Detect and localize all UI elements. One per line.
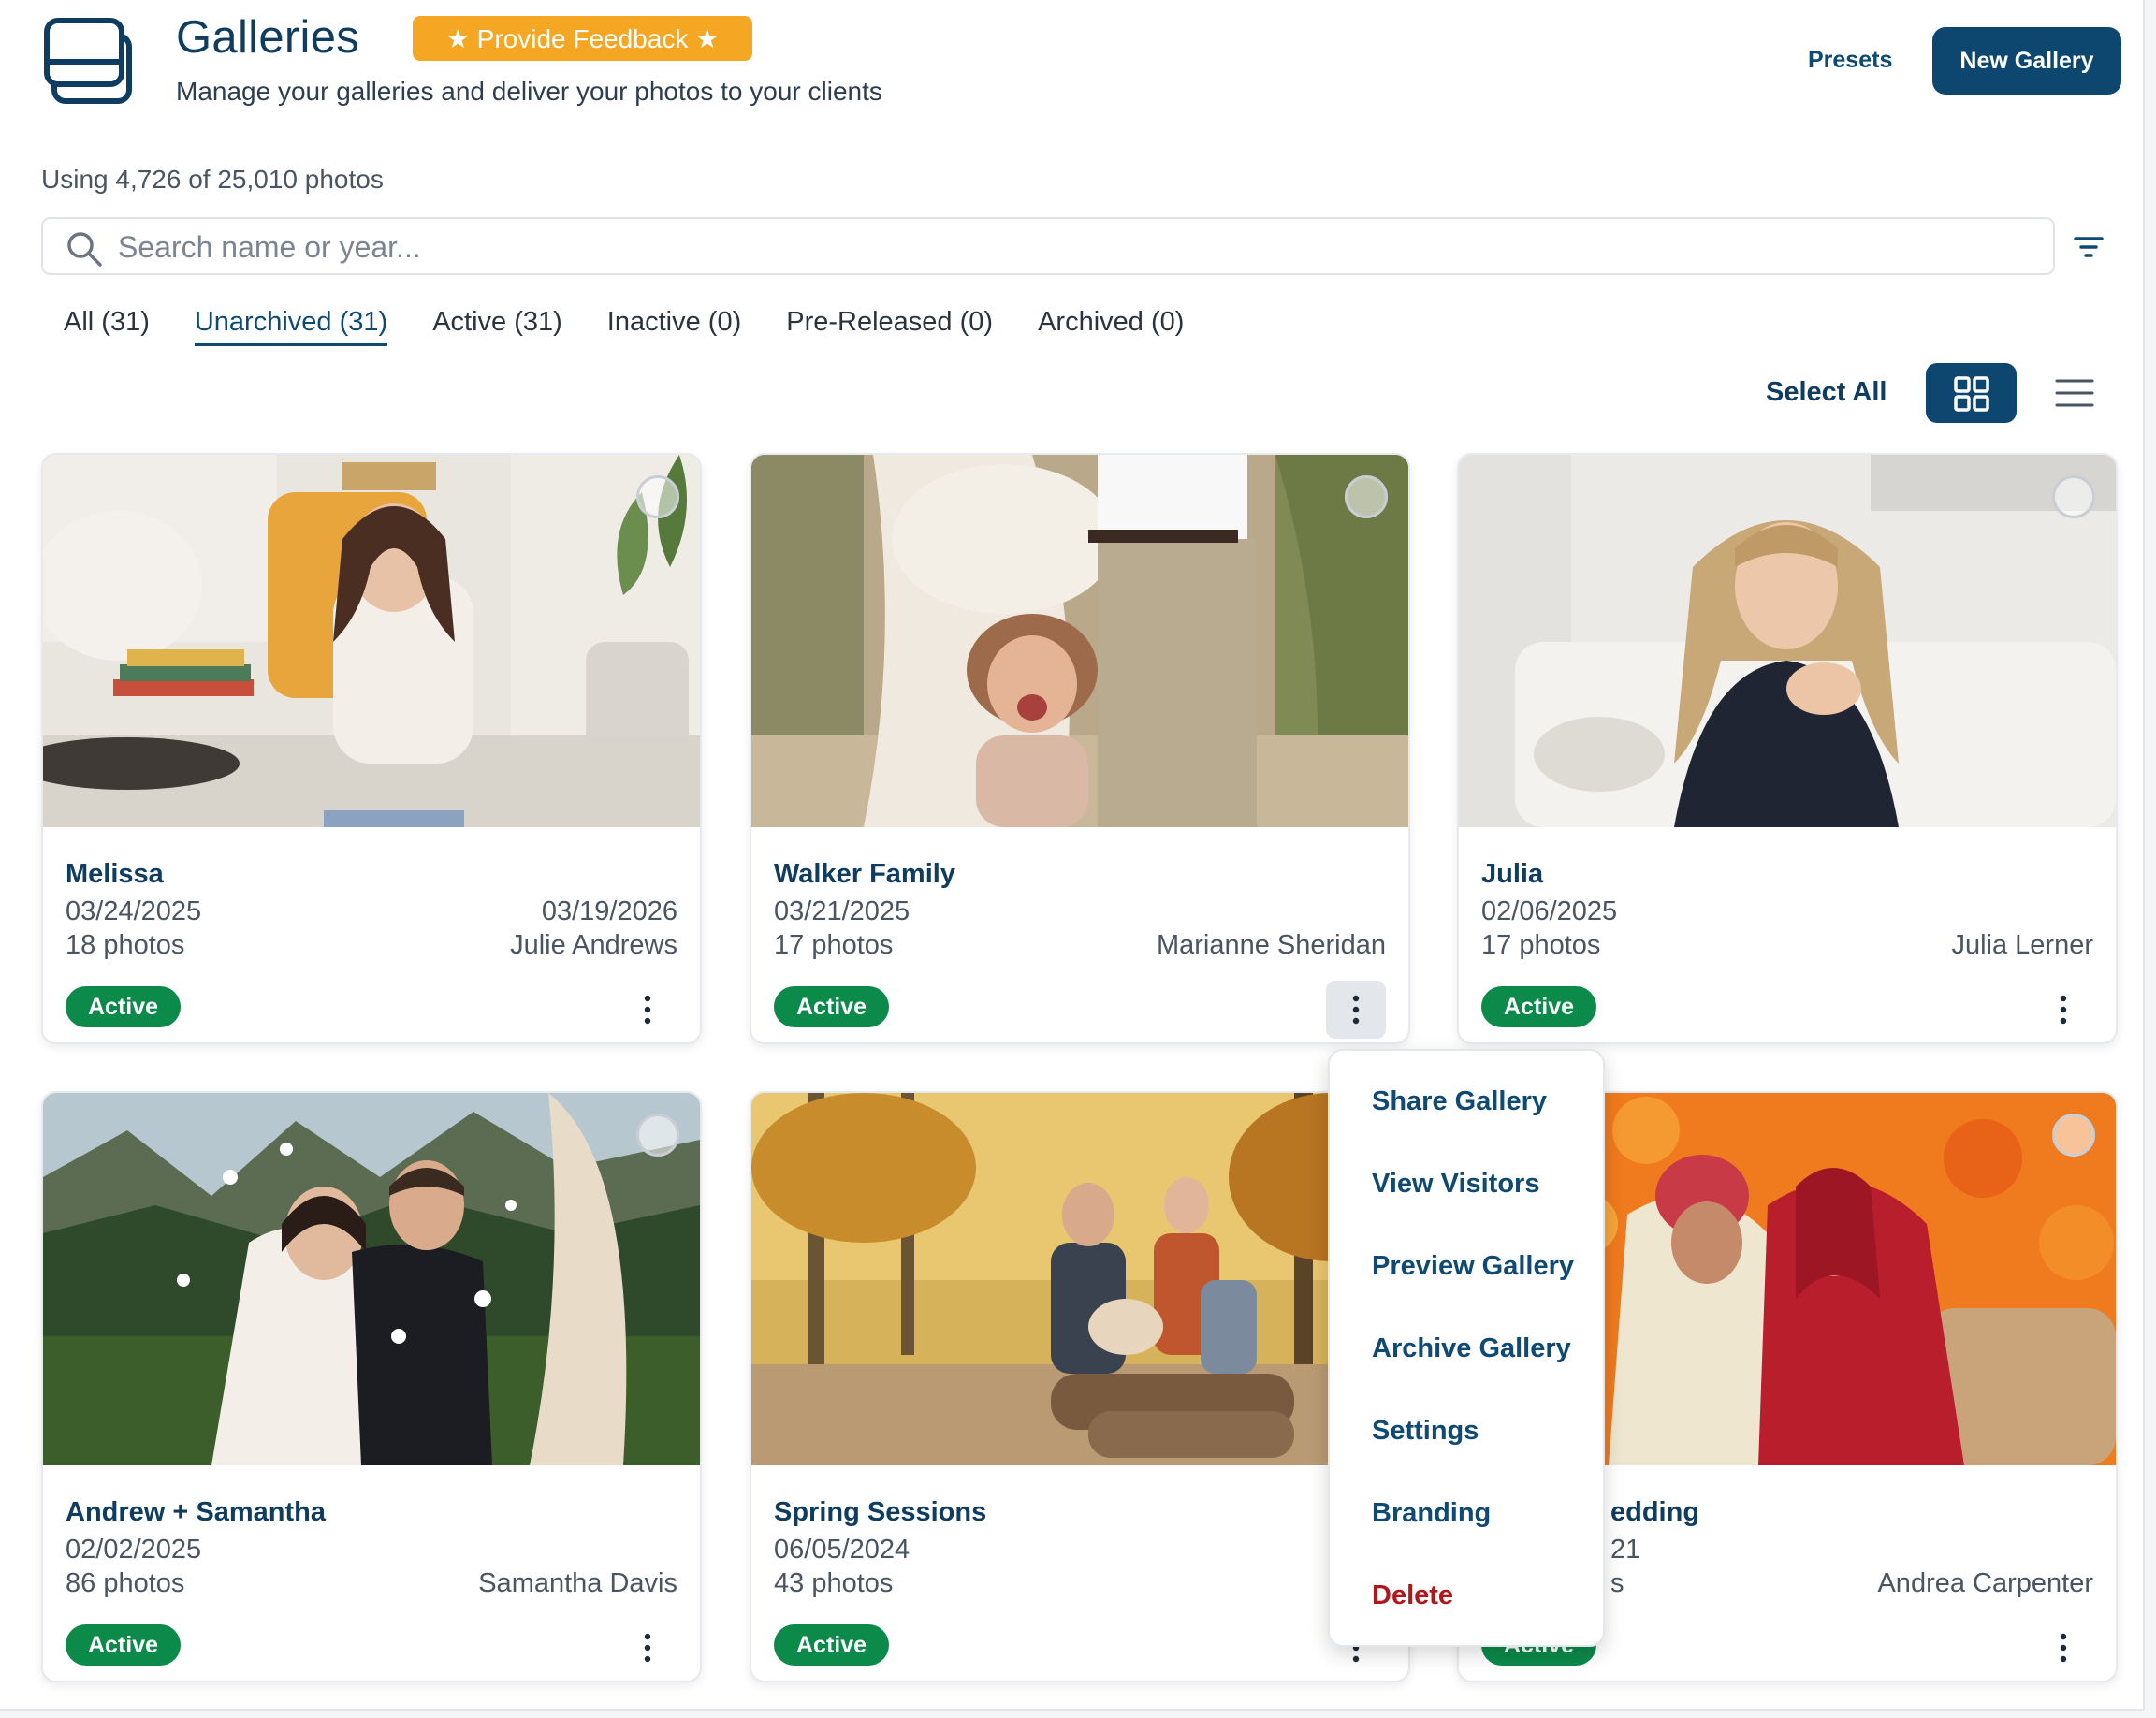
gallery-name[interactable]: Spring Sessions [774, 1497, 986, 1528]
gallery-card[interactable]: Julia 02/06/2025 17 photos Julia Lerner … [1457, 453, 2118, 1044]
tab-active[interactable]: Active (31) [432, 307, 562, 346]
search-input[interactable] [118, 227, 1896, 267]
tab-archived[interactable]: Archived (0) [1038, 307, 1184, 346]
card-select-checkbox[interactable] [1345, 475, 1388, 518]
select-all-button[interactable]: Select All [1766, 377, 1886, 408]
gallery-date: 03/21/2025 [774, 896, 910, 926]
card-select-checkbox[interactable] [636, 475, 679, 518]
kebab-menu-icon [644, 995, 651, 1025]
gallery-cover-photo[interactable] [43, 1093, 700, 1465]
menu-item-preview-gallery[interactable]: Preview Gallery [1372, 1251, 1574, 1282]
tab-all[interactable]: All (31) [64, 307, 150, 346]
app-window: Galleries ★ Provide Feedback ★ Manage yo… [0, 0, 2145, 1711]
more-options-button[interactable] [1326, 981, 1386, 1039]
menu-item-delete[interactable]: Delete [1372, 1580, 1453, 1611]
gallery-photo-count: 17 photos [1481, 930, 1601, 960]
more-options-button[interactable] [618, 1619, 677, 1677]
gallery-date: 02/06/2025 [1481, 896, 1618, 926]
card-select-checkbox[interactable] [2052, 1114, 2095, 1157]
gallery-name[interactable]: edding [1610, 1497, 1699, 1528]
more-options-button[interactable] [618, 981, 677, 1039]
tab-pre-released[interactable]: Pre-Released (0) [786, 307, 993, 346]
filter-icon[interactable] [2074, 234, 2104, 260]
menu-item-view-visitors[interactable]: View Visitors [1372, 1169, 1539, 1200]
page-subtitle: Manage your galleries and deliver your p… [176, 77, 882, 106]
gallery-photo-count: 86 photos [66, 1568, 185, 1598]
gallery-photo-count: 43 photos [774, 1568, 894, 1598]
list-view-icon[interactable] [2055, 376, 2094, 410]
gallery-cover-photo[interactable] [751, 455, 1408, 827]
gallery-filter-tabs: All (31) Unarchived (31) Active (31) Ina… [64, 307, 1229, 346]
gallery-date: 02/02/2025 [66, 1535, 202, 1565]
menu-item-archive-gallery[interactable]: Archive Gallery [1372, 1333, 1571, 1364]
new-gallery-button[interactable]: New Gallery [1932, 27, 2121, 95]
gallery-cover-photo[interactable] [43, 455, 700, 827]
menu-item-branding[interactable]: Branding [1372, 1498, 1491, 1529]
photo-usage-text: Using 4,726 of 25,010 photos [41, 165, 384, 194]
status-badge: Active [66, 986, 182, 1027]
gallery-expiry-date: 03/19/2026 [541, 896, 677, 926]
gallery-card[interactable]: Melissa 03/24/2025 03/19/2026 18 photos … [41, 453, 702, 1044]
card-select-checkbox[interactable] [2052, 475, 2095, 518]
gallery-client-name: Marianne Sheridan [1156, 930, 1386, 960]
gallery-context-menu: Share Gallery View Visitors Preview Gall… [1328, 1049, 1605, 1647]
gallery-card[interactable]: Spring Sessions 06/05/2024 43 photos Act… [750, 1091, 1410, 1682]
gallery-client-name: Andrea Carpenter [1877, 1568, 2093, 1598]
gallery-card[interactable]: Andrew + Samantha 02/02/2025 86 photos S… [41, 1091, 702, 1682]
tab-inactive[interactable]: Inactive (0) [607, 307, 741, 346]
presets-link[interactable]: Presets [1808, 47, 1892, 74]
grid-icon [1954, 376, 1989, 412]
galleries-logo-icon [41, 13, 144, 110]
gallery-photo-count: 17 photos [774, 930, 894, 960]
tab-unarchived[interactable]: Unarchived (31) [194, 307, 388, 346]
more-options-button[interactable] [2033, 981, 2093, 1039]
gallery-name[interactable]: Julia [1481, 859, 1543, 890]
status-badge: Active [66, 1624, 182, 1666]
gallery-name[interactable]: Andrew + Samantha [66, 1497, 326, 1528]
search-icon [67, 232, 102, 267]
provide-feedback-button[interactable]: ★ Provide Feedback ★ [413, 16, 752, 61]
gallery-name[interactable]: Walker Family [774, 859, 955, 890]
status-badge: Active [774, 1624, 890, 1666]
gallery-cover-photo[interactable] [751, 1093, 1408, 1465]
gallery-card[interactable]: Walker Family 03/21/2025 17 photos Maria… [750, 453, 1410, 1044]
search-bar [41, 217, 2055, 275]
gallery-client-name: Samantha Davis [478, 1568, 677, 1598]
gallery-date: 03/24/2025 [66, 896, 202, 926]
gallery-name[interactable]: Melissa [66, 859, 164, 890]
gallery-photo-count: s [1610, 1568, 1624, 1598]
gallery-date: 06/05/2024 [774, 1535, 910, 1565]
more-options-button[interactable] [2033, 1619, 2093, 1677]
gallery-photo-count: 18 photos [66, 930, 185, 960]
status-badge: Active [774, 986, 890, 1027]
kebab-menu-icon [2060, 1633, 2067, 1663]
grid-view-button[interactable] [1926, 363, 2017, 423]
menu-item-share-gallery[interactable]: Share Gallery [1372, 1086, 1547, 1117]
kebab-menu-icon [1352, 995, 1360, 1025]
gallery-client-name: Julie Andrews [510, 930, 677, 960]
kebab-menu-icon [2060, 995, 2067, 1025]
kebab-menu-icon [644, 1633, 651, 1663]
gallery-cover-photo[interactable] [1459, 455, 2116, 827]
gallery-date: 21 [1610, 1535, 1641, 1565]
card-select-checkbox[interactable] [636, 1114, 679, 1157]
gallery-client-name: Julia Lerner [1951, 930, 2093, 960]
status-badge: Active [1481, 986, 1597, 1027]
page-title: Galleries [176, 12, 360, 63]
menu-item-settings[interactable]: Settings [1372, 1416, 1479, 1447]
